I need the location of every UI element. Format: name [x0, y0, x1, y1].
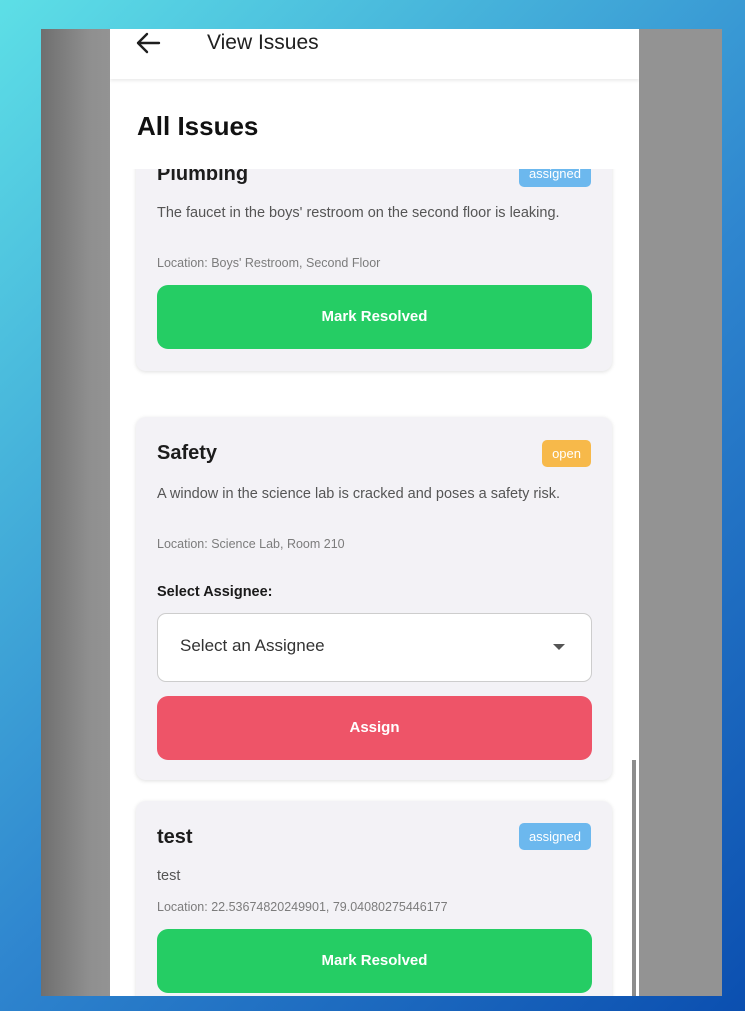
- scrollbar[interactable]: [632, 760, 636, 996]
- issue-card: test assigned test Location: 22.53674820…: [136, 801, 612, 996]
- issue-description: The faucet in the boys' restroom on the …: [157, 205, 560, 221]
- screenshot-frame: View Issues All Issues Plumbing assigned…: [41, 29, 722, 996]
- assignee-dropdown-value: Select an Assignee: [180, 636, 325, 655]
- issue-title: Safety: [157, 442, 218, 464]
- issue-card: Safety open A window in the science lab …: [136, 417, 612, 780]
- app-bar-title: View Issues: [207, 31, 319, 54]
- issue-location: Location: Boys' Restroom, Second Floor: [157, 256, 381, 270]
- issues-list[interactable]: Plumbing assigned The faucet in the boys…: [110, 169, 639, 996]
- frame-background: [41, 29, 110, 996]
- mark-resolved-button[interactable]: Mark Resolved: [157, 929, 592, 993]
- mark-resolved-button[interactable]: Mark Resolved: [157, 285, 592, 349]
- issue-description: A window in the science lab is cracked a…: [157, 486, 560, 502]
- issue-title: test: [157, 826, 193, 848]
- phone-screen: View Issues All Issues Plumbing assigned…: [110, 29, 639, 996]
- app-bar: View Issues: [110, 29, 639, 79]
- issue-location: Location: 22.53674820249901, 79.04080275…: [157, 900, 448, 914]
- assign-button[interactable]: Assign: [157, 696, 592, 760]
- arrow-left-icon[interactable]: [135, 31, 161, 55]
- status-badge: assigned: [518, 823, 591, 850]
- issue-description: test: [157, 868, 181, 884]
- issue-title: Plumbing: [157, 169, 249, 185]
- page-title: All Issues: [137, 111, 259, 141]
- chevron-down-icon: [553, 644, 565, 650]
- issue-card: Plumbing assigned The faucet in the boys…: [136, 169, 612, 371]
- select-assignee-label: Select Assignee:: [157, 584, 273, 600]
- status-badge: assigned: [518, 169, 591, 187]
- issue-location: Location: Science Lab, Room 210: [157, 537, 345, 551]
- assignee-dropdown[interactable]: Select an Assignee: [157, 613, 592, 682]
- status-badge: open: [542, 440, 591, 467]
